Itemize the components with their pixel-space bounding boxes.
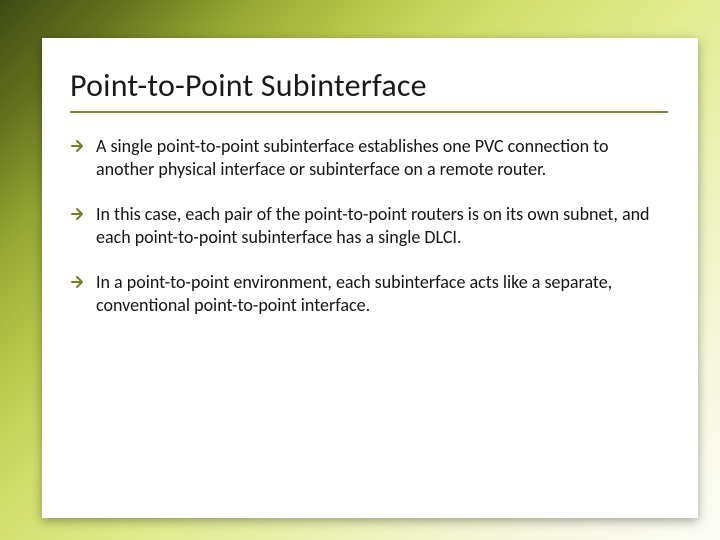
title-underline xyxy=(70,111,668,113)
bullet-list: A single point-to-point subinterface est… xyxy=(70,135,668,317)
slide-title: Point-to-Point Subinterface xyxy=(70,66,668,105)
content-panel: Point-to-Point Subinterface A single poi… xyxy=(42,38,698,518)
arrow-right-icon xyxy=(70,138,86,154)
list-item: In this case, each pair of the point-to-… xyxy=(70,203,668,249)
bullet-text: A single point-to-point subinterface est… xyxy=(96,135,609,180)
slide-background: Point-to-Point Subinterface A single poi… xyxy=(0,0,720,540)
bullet-text: In a point-to-point environment, each su… xyxy=(96,271,612,316)
list-item: A single point-to-point subinterface est… xyxy=(70,135,668,181)
arrow-right-icon xyxy=(70,274,86,290)
bullet-text: In this case, each pair of the point-to-… xyxy=(96,203,650,248)
arrow-right-icon xyxy=(70,206,86,222)
list-item: In a point-to-point environment, each su… xyxy=(70,271,668,317)
